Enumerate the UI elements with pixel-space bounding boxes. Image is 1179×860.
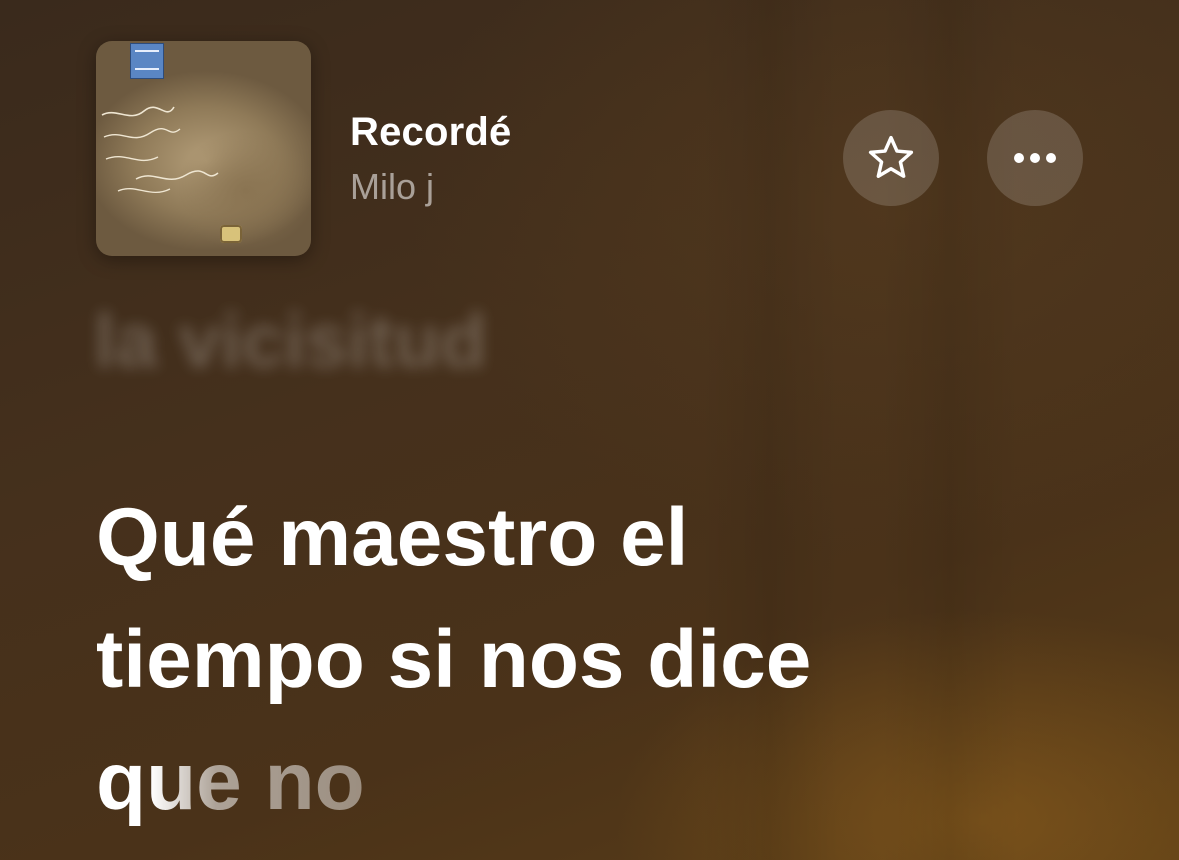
favorite-button[interactable] (843, 110, 939, 206)
ellipsis-icon (1014, 153, 1056, 163)
current-lyric[interactable]: Qué maestro el tiempo si nos dice que no (96, 477, 811, 843)
artist-name[interactable]: Milo j (350, 166, 434, 208)
album-artwork[interactable] (96, 41, 311, 256)
lyric-line: Qué maestro el (96, 492, 689, 583)
lyric-line-in-progress: que no (96, 721, 365, 843)
star-outline-icon (868, 135, 914, 178)
lyric-line: tiempo si nos dice (96, 614, 812, 705)
more-options-button[interactable] (987, 110, 1083, 206)
previous-lyric-line[interactable]: la vicisitud (94, 298, 487, 385)
artwork-scribbles (101, 106, 219, 194)
artwork-tooth-detail (220, 225, 242, 243)
song-title: Recordé (350, 110, 512, 154)
